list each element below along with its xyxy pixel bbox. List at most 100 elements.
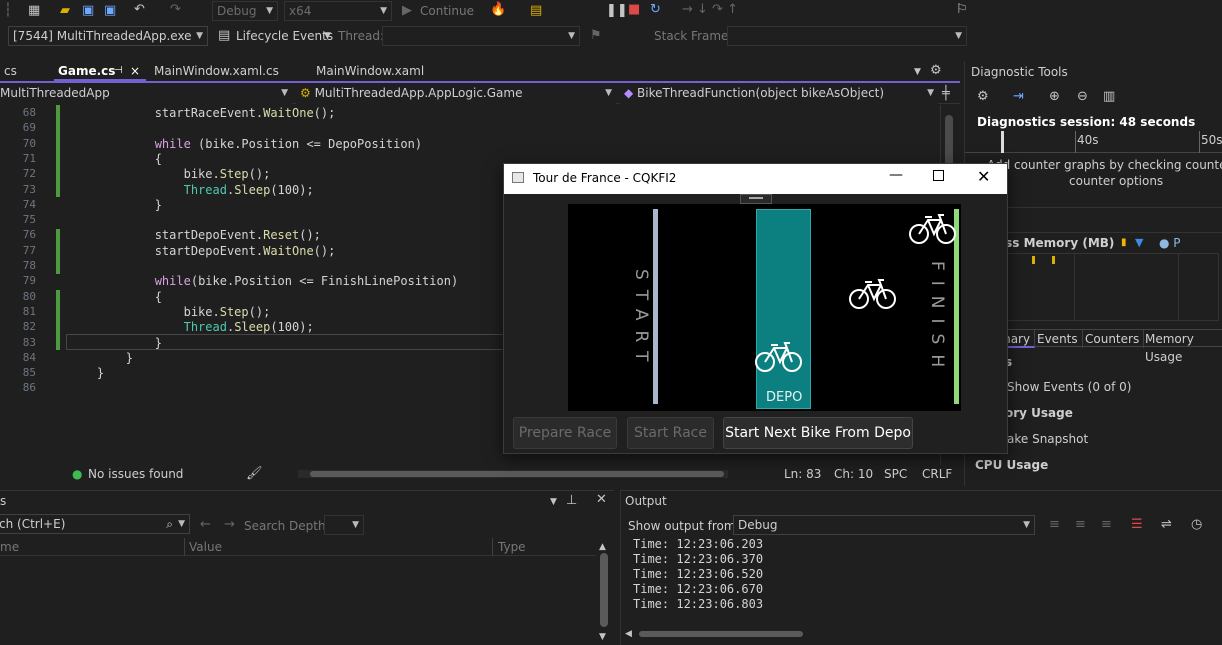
horizontal-scroll-thumb[interactable] [310, 471, 724, 477]
prepare-race-button[interactable]: Prepare Race [513, 417, 617, 449]
find-message-icon[interactable]: ≡ [1049, 517, 1060, 533]
prev-message-icon[interactable]: ≡ [1075, 517, 1086, 533]
code-line[interactable]: bike.Step(); [68, 305, 271, 319]
take-snapshot-button[interactable]: ake Snapshot [1007, 431, 1088, 447]
settings-gear-icon[interactable]: ⚙ [930, 63, 942, 79]
close-panel-icon[interactable]: ✕ [596, 492, 607, 508]
code-line[interactable]: startRaceEvent.WaitOne(); [68, 106, 336, 120]
output-text-area[interactable]: Time: 12:23:06.203 Time: 12:23:06.370 Time… [621, 537, 1211, 627]
code-line[interactable]: } [68, 336, 162, 350]
continue-icon[interactable]: ▶ [402, 3, 412, 19]
column-divider[interactable] [492, 538, 493, 556]
tab-events[interactable]: Events [1033, 330, 1083, 348]
tab-mainwindow-xaml[interactable]: MainWindow.xaml [312, 61, 458, 81]
class-nav-select[interactable]: ⚙ MultiThreadedApp.AppLogic.Game ▼ [296, 84, 616, 104]
watch-scroll-thumb[interactable] [600, 553, 608, 627]
memory-graph[interactable] [1001, 253, 1219, 321]
code-line[interactable]: { [68, 290, 162, 304]
code-line[interactable]: bike.Step(); [68, 167, 271, 181]
reset-zoom-icon[interactable]: ▥ [1103, 89, 1115, 105]
tab-cs[interactable]: cs [0, 61, 50, 81]
save-icon[interactable]: ▣ [82, 3, 94, 19]
split-editor-icon[interactable]: ╪ [942, 86, 950, 102]
panel-dropdown-icon[interactable]: ▼ [550, 494, 557, 510]
watch-scrollbar[interactable]: ▲ ▼ [598, 539, 610, 643]
lifecycle-dropdown-icon[interactable]: ▼ [324, 28, 331, 44]
scroll-left-icon[interactable]: ◀ [625, 626, 632, 642]
watch-search-input[interactable]: ch (Ctrl+E) ⌕ ▼ [0, 514, 190, 534]
word-wrap-icon[interactable]: ⇌ [1161, 517, 1172, 533]
search-back-icon[interactable]: ← [200, 517, 211, 533]
tab-counters[interactable]: Counters [1081, 330, 1145, 348]
stop-icon[interactable]: ■ [628, 2, 640, 18]
save-all-icon[interactable]: ▣ [104, 3, 116, 19]
undo-icon[interactable]: ↶ [134, 2, 145, 18]
config-select[interactable]: Debug ▼ [212, 1, 278, 21]
scroll-down-icon[interactable]: ▼ [599, 629, 606, 645]
tab-memory-usage[interactable]: Memory Usage [1141, 330, 1222, 364]
project-nav-select[interactable]: MultiThreadedApp ▼ [0, 84, 292, 104]
diag-select-tools-icon[interactable]: ⇥ [1013, 89, 1024, 105]
code-line[interactable]: } [68, 351, 133, 365]
code-line[interactable]: startDepoEvent.WaitOne(); [68, 244, 336, 258]
code-line[interactable]: while (bike.Position <= DepoPosition) [68, 137, 422, 151]
lifecycle-events-button[interactable]: Lifecycle Events [236, 28, 333, 44]
thread-select[interactable]: ▼ [382, 26, 580, 46]
code-line[interactable]: while(bike.Position <= FinishLinePositio… [68, 274, 458, 288]
line-indicator[interactable]: Ln: 83 [784, 466, 821, 482]
step-into-icon[interactable]: → ↓ ↷ ↑ [682, 2, 738, 18]
column-name-header[interactable]: me [0, 539, 19, 555]
timeline-ruler[interactable]: 40s 50s [965, 131, 1222, 153]
browser-link-icon[interactable]: ▤ [530, 3, 542, 19]
output-h-scrollbar[interactable]: ◀ [625, 629, 1215, 639]
next-message-icon[interactable]: ≡ [1101, 517, 1112, 533]
counter-hint-line2[interactable]: counter options [1069, 173, 1163, 189]
show-events-link[interactable]: Show Events (0 of 0) [1007, 379, 1131, 395]
maximize-icon[interactable] [933, 170, 944, 181]
diag-settings-icon[interactable]: ⚙ [977, 89, 989, 105]
column-value-header[interactable]: Value [189, 539, 222, 555]
minimize-icon[interactable]: — [889, 167, 903, 183]
search-forward-icon[interactable]: → [224, 517, 235, 533]
zoom-out-icon[interactable]: ⊖ [1077, 89, 1088, 105]
horizontal-scrollbar[interactable] [298, 470, 728, 478]
new-project-icon[interactable]: ▦ [28, 3, 40, 19]
column-divider[interactable] [184, 538, 185, 556]
brush-icon[interactable]: 🖌 [246, 466, 263, 482]
pin-icon[interactable]: ⊣ [114, 61, 123, 79]
breakpoint-icon[interactable]: ⚐ [956, 2, 968, 18]
process-select[interactable]: [7544] MultiThreadedApp.exe ▼ [8, 26, 208, 46]
issues-label[interactable]: No issues found [88, 466, 183, 482]
column-indicator[interactable]: Ch: 10 [834, 466, 873, 482]
zoom-in-icon[interactable]: ⊕ [1049, 89, 1060, 105]
column-type-header[interactable]: Type [498, 539, 526, 555]
line-ending-indicator[interactable]: CRLF [922, 466, 952, 482]
code-line[interactable]: { [68, 152, 162, 166]
restart-icon[interactable]: ↻ [650, 2, 661, 18]
timestamp-icon[interactable]: ◷ [1191, 517, 1202, 533]
window-title-bar[interactable]: Tour de France - CQKFI2 — ✕ [504, 164, 1007, 194]
flag-icon[interactable]: ⚑ [590, 28, 602, 44]
debug-toolbar-handle[interactable] [740, 194, 772, 204]
start-next-bike-button[interactable]: Start Next Bike From Depo [723, 417, 913, 449]
stack-frame-select[interactable]: ▼ [727, 26, 967, 46]
whitespace-indicator[interactable]: SPC [884, 466, 907, 482]
redo-icon[interactable]: ↷ [170, 2, 181, 18]
pin-panel-icon[interactable]: ⊥ [566, 493, 577, 509]
member-nav-select[interactable]: ◆ BikeThreadFunction(object bikeAsObject… [620, 84, 938, 104]
output-scroll-thumb[interactable] [639, 631, 803, 637]
start-race-button[interactable]: Start Race [627, 417, 714, 449]
output-source-select[interactable]: Debug ▼ [733, 515, 1035, 535]
search-icon[interactable]: ⌕ [166, 515, 173, 533]
tab-mainwindow-xaml-cs[interactable]: MainWindow.xaml.cs [150, 61, 308, 81]
continue-label[interactable]: Continue [420, 3, 474, 19]
code-line[interactable]: Thread.Sleep(100); [68, 183, 314, 197]
platform-select[interactable]: x64 ▼ [284, 1, 392, 21]
hot-reload-icon[interactable]: 🔥 [490, 2, 506, 18]
code-line[interactable]: } [68, 198, 162, 212]
search-depth-select[interactable]: ▼ [324, 515, 364, 535]
clear-all-icon[interactable]: ☰ [1131, 517, 1143, 533]
tab-game-cs[interactable]: Game.cs ⊣ × [54, 61, 146, 81]
code-line[interactable]: } [68, 366, 104, 380]
code-line[interactable]: Thread.Sleep(100); [68, 320, 314, 334]
